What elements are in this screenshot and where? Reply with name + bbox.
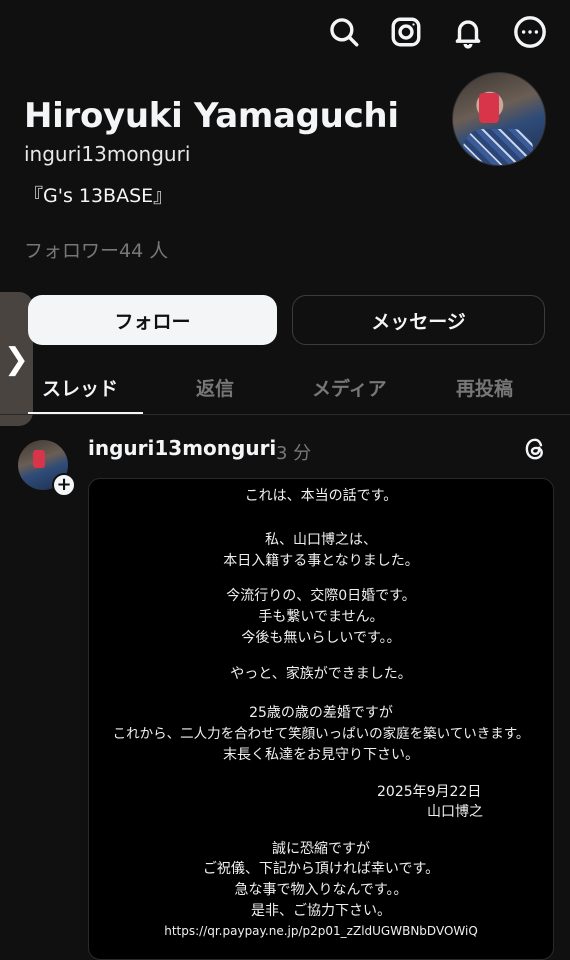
image-text-line: 誠に恐縮ですが (272, 841, 370, 857)
profile-handle: inguri13monguri (24, 142, 191, 166)
image-text-line: 今流行りの、交際0日婚です。 (226, 588, 416, 604)
top-bar (326, 14, 548, 50)
follow-button[interactable]: フォロー (28, 295, 277, 345)
message-button[interactable]: メッセージ (292, 295, 545, 345)
post-timestamp: 3 分 (276, 443, 312, 464)
profile-avatar[interactable] (452, 72, 546, 166)
more-icon[interactable] (512, 14, 548, 50)
image-text-line: https://qr.paypay.ne.jp/p2p01_zZldUGWBNb… (164, 924, 478, 938)
tab-threads[interactable]: スレッド (42, 374, 118, 401)
image-text-line: 本日入籍する事となりました。 (223, 553, 419, 569)
active-tab-indicator (28, 412, 143, 414)
post-username[interactable]: inguri13monguri (88, 436, 276, 460)
profile-bio: 『G's 13BASE』 (24, 185, 173, 207)
instagram-icon[interactable] (388, 14, 424, 50)
post-image[interactable]: これは、本当の話です。 私、山口博之は、 本日入籍する事となりました。 今流行り… (88, 478, 554, 960)
followers-count[interactable]: フォロワー44 人 (24, 236, 168, 263)
avatar-shirt (463, 129, 533, 165)
tab-reposts[interactable]: 再投稿 (456, 374, 513, 401)
threads-icon[interactable] (522, 436, 548, 462)
image-text-line: 是非、ご協力下さい。 (251, 903, 391, 919)
image-text-line: 私、山口博之は、 (265, 532, 377, 548)
search-icon[interactable] (326, 14, 362, 50)
image-text-line: やっと、家族ができました。 (230, 666, 412, 682)
image-text-line: 25歳の歳の差婚ですが (249, 705, 393, 721)
image-text-line: これは、本当の話です。 (244, 488, 398, 504)
image-text-line: ご祝儀、下記から頂ければ幸いです。 (202, 861, 440, 877)
image-text-line: 今後も無いらしいです。。 (241, 630, 401, 646)
image-text-line: 手も繋いでません。 (258, 609, 384, 625)
avatar-phone (479, 93, 499, 123)
image-text-line: 急な事で物入りなんです。。 (234, 882, 408, 898)
profile-name: Hiroyuki Yamaguchi (24, 96, 399, 136)
profile-tabs: スレッド 返信 メディア 再投稿 (0, 362, 570, 415)
image-text-line: 末長く私達をお見守り下さい。 (223, 747, 419, 763)
bell-icon[interactable] (450, 14, 486, 50)
image-text-line: 山口博之 (427, 804, 483, 820)
avatar-phone (33, 450, 45, 468)
tab-replies[interactable]: 返信 (196, 374, 234, 401)
image-text-line: 2025年9月22日 (377, 784, 482, 800)
follow-plus-icon[interactable]: + (52, 473, 76, 497)
image-text-line: これから、二人力を合わせて笑顔いっぱいの家庭を築いていきます。 (112, 726, 530, 742)
tab-media[interactable]: メディア (312, 374, 387, 401)
